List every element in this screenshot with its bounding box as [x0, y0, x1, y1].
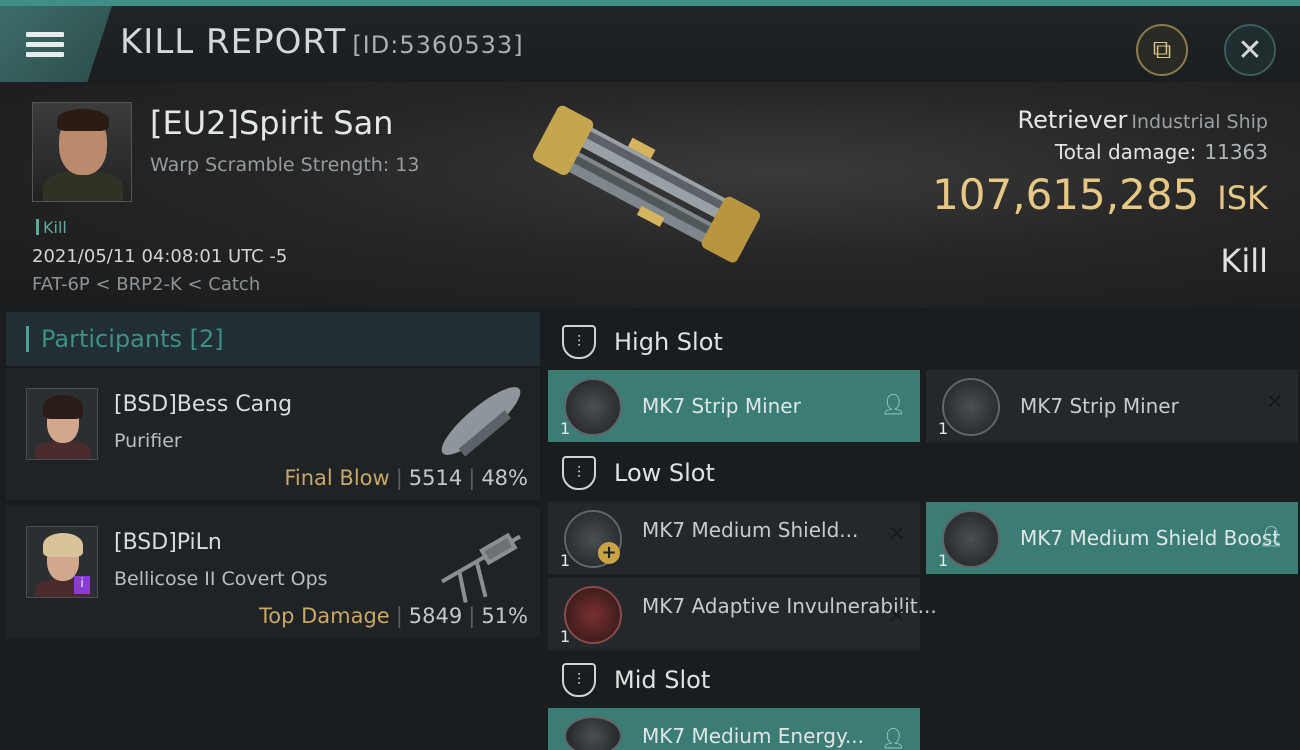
participant-percent: 48%: [481, 466, 528, 490]
share-button[interactable]: ⧉: [1136, 24, 1188, 76]
mid-slot-header: ⫶ Mid Slot: [548, 650, 1298, 710]
module-item[interactable]: 1 MK7 Adaptive Invulnerabilit... ✕: [548, 578, 937, 650]
participant-tag: Top Damage: [258, 604, 390, 628]
person-icon: 👤︎: [1258, 524, 1284, 548]
module-item[interactable]: + 1 MK7 Medium Shield... ✕: [548, 502, 920, 574]
destroyed-icon: ✕: [887, 522, 906, 547]
module-item[interactable]: MK7 Medium Energy... 👤︎: [548, 708, 920, 750]
share-icon: ⧉: [1152, 34, 1172, 65]
kill-result: Kill: [1220, 242, 1268, 280]
victim-avatar[interactable]: [32, 102, 132, 202]
mid-slot-label: Mid Slot: [614, 666, 711, 694]
strip-miner-icon: [942, 378, 1000, 436]
participant-ship: Purifier: [114, 430, 182, 452]
victim-ship-name: Retriever Industrial Ship: [1017, 106, 1268, 134]
module-qty: 1: [560, 419, 571, 438]
shield-module-icon: [942, 510, 1000, 568]
participant-ship: Bellicose II Covert Ops: [114, 568, 328, 590]
ship-class: Industrial Ship: [1131, 111, 1268, 133]
menu-button[interactable]: [0, 6, 112, 82]
module-item[interactable]: 1 MK7 Strip Miner ✕: [926, 370, 1298, 442]
ship-name-text: Retriever: [1017, 106, 1128, 134]
shield-slot-icon: ⫶: [562, 325, 596, 359]
menu-icon: [26, 27, 64, 62]
isk-amount: 107,615,285: [932, 170, 1200, 219]
page-title: KILL REPORT [ID:5360533]: [120, 22, 524, 62]
module-item[interactable]: 1 MK7 Medium Shield Booster 👤︎: [926, 502, 1298, 574]
participant-name: [BSD]Bess Cang: [114, 392, 293, 417]
strip-miner-icon: [564, 378, 622, 436]
low-slot-label: Low Slot: [614, 459, 715, 487]
participants-header: Participants [2]: [6, 312, 540, 366]
module-item[interactable]: 1 MK7 Strip Miner 👤︎: [548, 370, 920, 442]
high-slot-label: High Slot: [614, 328, 723, 356]
low-slot-header: ⫶ Low Slot: [548, 443, 1298, 503]
module-qty: 1: [938, 419, 949, 438]
participant-stats: Final Blow | 5514 | 48%: [284, 466, 528, 490]
participant-ship-image: [441, 532, 521, 603]
participants-title: Participants [2]: [41, 325, 224, 353]
high-slot-header: ⫶ High Slot: [548, 312, 1298, 372]
isk-value: 107,615,285 ISK: [932, 170, 1268, 219]
module-name: MK7 Medium Energy...: [642, 724, 865, 748]
victim-warp-scramble: Warp Scramble Strength: 13: [150, 154, 420, 176]
plus-icon: +: [598, 542, 620, 564]
module-name: MK7 Medium Shield...: [642, 518, 859, 542]
header-bar: KILL REPORT [ID:5360533] ⧉ ✕: [0, 0, 1300, 82]
close-button[interactable]: ✕: [1224, 24, 1276, 76]
module-qty: 1: [560, 627, 571, 646]
module-name: MK7 Medium Shield Booster: [1020, 526, 1280, 550]
module-name: MK7 Strip Miner: [642, 394, 801, 418]
kill-timestamp: 2021/05/11 04:08:01 UTC -5: [32, 246, 288, 267]
title-text: KILL REPORT: [120, 22, 347, 62]
participant-avatar[interactable]: [26, 388, 98, 460]
destroyed-icon: ✕: [1265, 390, 1284, 415]
person-icon: 👤︎: [880, 392, 906, 416]
participant-row[interactable]: i [BSD]PiLn Bellicose II Covert Ops Top …: [6, 506, 540, 638]
participant-ship-image: [441, 387, 521, 457]
victim-name: [EU2]Spirit San: [150, 104, 394, 142]
participant-percent: 51%: [481, 604, 528, 628]
shield-slot-icon: ⫶: [562, 663, 596, 697]
participant-tag: Final Blow: [284, 466, 390, 490]
invulnerability-module-icon: [564, 586, 622, 644]
report-id: [ID:5360533]: [352, 31, 524, 59]
energy-module-icon: [564, 716, 622, 750]
total-damage-label: Total damage:: [1054, 140, 1197, 164]
module-qty: 1: [560, 551, 571, 570]
rank-badge-icon: i: [74, 576, 90, 594]
total-damage: Total damage: 11363: [1055, 140, 1268, 164]
victim-ship-image: [533, 105, 761, 263]
participant-damage: 5514: [408, 466, 463, 490]
total-damage-value: 11363: [1204, 140, 1268, 164]
person-icon: 👤︎: [880, 726, 906, 750]
isk-currency: ISK: [1217, 179, 1268, 217]
shield-slot-icon: ⫶: [562, 456, 596, 490]
victim-banner: [EU2]Spirit San Warp Scramble Strength: …: [0, 82, 1300, 308]
kill-location: FAT-6P < BRP2-K < Catch: [32, 274, 261, 295]
participant-stats: Top Damage | 5849 | 51%: [258, 604, 528, 628]
module-name: MK7 Strip Miner: [1020, 394, 1179, 418]
module-qty: 1: [938, 551, 949, 570]
close-icon: ✕: [1237, 32, 1263, 68]
destroyed-icon: ✕: [887, 604, 906, 629]
participant-row[interactable]: [BSD]Bess Cang Purifier Final Blow | 5514 |…: [6, 368, 540, 500]
kill-tag: Kill: [36, 218, 67, 237]
participant-name: [BSD]PiLn: [114, 530, 222, 555]
participant-damage: 5849: [408, 604, 463, 628]
